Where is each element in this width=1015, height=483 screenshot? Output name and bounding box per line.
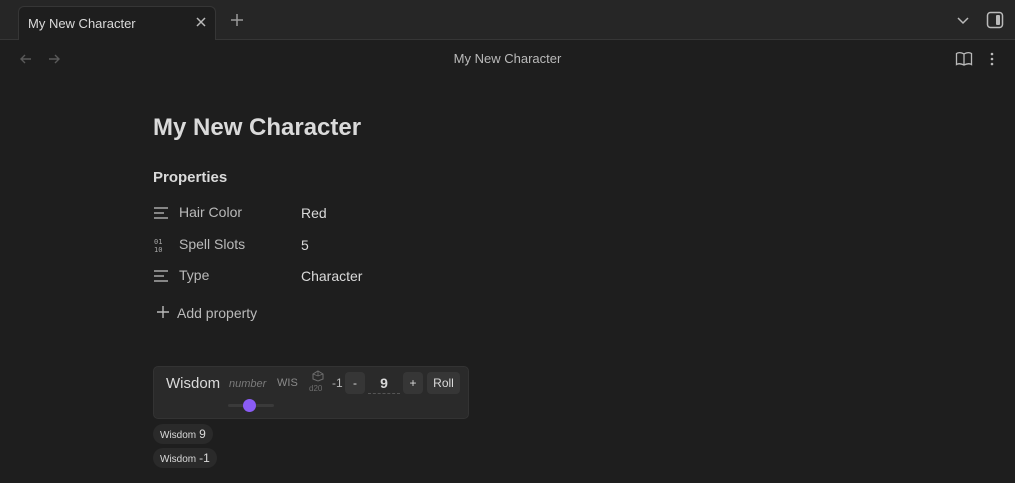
page-title[interactable]: My New Character: [153, 114, 361, 142]
property-value[interactable]: Character: [301, 268, 362, 284]
wisdom-value-chip: Wisdom 9: [153, 424, 213, 444]
ability-slider[interactable]: [228, 398, 274, 412]
property-value[interactable]: 5: [301, 237, 309, 253]
ability-value-input[interactable]: 9: [368, 372, 400, 394]
ability-modifier: -1: [332, 376, 343, 390]
property-key[interactable]: Hair Color: [179, 204, 242, 220]
tab-bar: My New Character: [0, 0, 1015, 40]
chip-label: Wisdom: [160, 430, 197, 441]
chip-value: -1: [199, 451, 210, 465]
ability-label: Wisdom: [166, 375, 221, 392]
svg-text:01: 01: [154, 238, 162, 246]
add-property-button[interactable]: Add property: [155, 302, 275, 324]
book-open-icon[interactable]: [955, 51, 973, 67]
dice-label: d20: [309, 384, 323, 393]
ability-abbreviation: WIS: [277, 377, 298, 389]
text-lines-icon: [154, 270, 168, 282]
property-row-hair-color[interactable]: Hair Color Red: [153, 200, 573, 226]
slider-thumb[interactable]: [243, 399, 256, 412]
chevron-down-icon[interactable]: [956, 13, 970, 27]
ability-type: number: [229, 378, 267, 390]
property-row-spell-slots[interactable]: 01 10 Spell Slots 5: [153, 232, 573, 258]
properties-heading[interactable]: Properties: [153, 169, 227, 186]
plus-icon: [157, 306, 169, 318]
more-options-icon[interactable]: [989, 51, 995, 67]
decrement-button[interactable]: -: [345, 372, 365, 394]
tab-my-new-character[interactable]: My New Character: [18, 6, 216, 40]
chip-label: Wisdom: [160, 454, 197, 465]
number-icon: 01 10: [154, 238, 162, 253]
view-header-title[interactable]: My New Character: [0, 51, 1015, 66]
close-icon[interactable]: [194, 15, 208, 29]
chip-value: 9: [199, 427, 206, 441]
svg-text:10: 10: [154, 246, 162, 253]
dice-icon: [312, 370, 324, 382]
tab-title: My New Character: [28, 16, 136, 31]
roll-button[interactable]: Roll: [427, 372, 460, 394]
property-row-type[interactable]: Type Character: [153, 263, 573, 289]
property-value[interactable]: Red: [301, 205, 327, 221]
text-lines-icon: [154, 207, 168, 219]
ability-score-widget: Wisdom number WIS d20 -1 - 9 + Roll: [153, 366, 469, 419]
view-header: My New Character: [0, 41, 1015, 77]
sidebar-toggle-icon[interactable]: [986, 11, 1004, 29]
property-key[interactable]: Type: [179, 267, 209, 283]
property-key[interactable]: Spell Slots: [179, 236, 245, 252]
add-property-label: Add property: [177, 305, 258, 321]
plus-icon[interactable]: [229, 12, 245, 28]
dice-indicator: d20: [309, 370, 327, 396]
increment-button[interactable]: +: [403, 372, 423, 394]
wisdom-modifier-chip: Wisdom -1: [153, 448, 217, 468]
